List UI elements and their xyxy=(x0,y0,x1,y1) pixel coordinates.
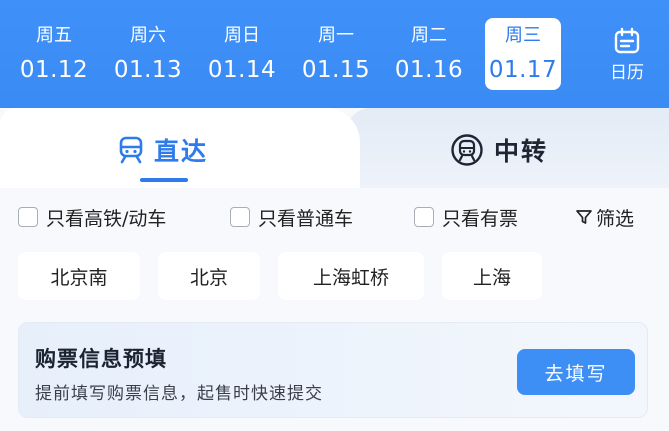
available-tickets-checkbox[interactable] xyxy=(414,207,434,227)
prefill-subtitle: 提前填写购票信息，起售时快速提交 xyxy=(35,384,323,404)
date-value: 01.16 xyxy=(394,57,464,83)
date-item-0115[interactable]: 周一 01.15 xyxy=(298,18,374,90)
date-weekday: 周日 xyxy=(224,25,260,46)
filter-label: 只看普通车 xyxy=(258,207,354,230)
funnel-icon xyxy=(576,210,592,224)
date-item-0117-selected[interactable]: 周三 01.17 xyxy=(485,18,561,90)
filter-button-label: 筛选 xyxy=(596,207,635,230)
station-chip-shanghai[interactable]: 上海 xyxy=(442,252,542,300)
date-weekday: 周五 xyxy=(36,25,72,46)
tab-direct[interactable]: 直达 xyxy=(118,130,208,170)
active-tab-indicator xyxy=(140,178,188,182)
station-chip-beijing-south[interactable]: 北京南 xyxy=(18,252,140,300)
date-weekday: 周二 xyxy=(411,25,447,46)
transfer-train-icon xyxy=(451,134,483,166)
ticket-prefill-banner: 购票信息预填 提前填写购票信息，起售时快速提交 去填写 xyxy=(18,322,648,418)
filter-high-speed-only[interactable]: 只看高铁/动车 xyxy=(18,202,166,232)
date-value: 01.17 xyxy=(488,57,558,83)
search-options-card: 直达 中转 只看高铁/动车 只看普通车 只看有票 筛选 北京南 北京 上海虹桥 … xyxy=(0,108,669,431)
tab-transfer[interactable]: 中转 xyxy=(450,130,548,170)
date-item-0114[interactable]: 周日 01.14 xyxy=(204,18,280,90)
date-value: 01.12 xyxy=(19,57,89,83)
route-type-tabs: 直达 中转 xyxy=(0,108,669,188)
station-chip-beijing[interactable]: 北京 xyxy=(158,252,260,300)
date-value: 01.15 xyxy=(301,57,371,83)
date-value: 01.14 xyxy=(207,57,277,83)
regular-train-checkbox[interactable] xyxy=(230,207,250,227)
date-weekday: 周三 xyxy=(505,25,541,46)
high-speed-checkbox[interactable] xyxy=(18,207,38,227)
date-item-0112[interactable]: 周五 01.12 xyxy=(16,18,92,90)
date-item-0113[interactable]: 周六 01.13 xyxy=(110,18,186,90)
filter-regular-only[interactable]: 只看普通车 xyxy=(230,202,353,232)
date-weekday: 周六 xyxy=(130,25,166,46)
date-item-0116[interactable]: 周二 01.16 xyxy=(391,18,467,90)
calendar-button[interactable]: 日历 xyxy=(596,18,658,90)
tab-transfer-label: 中转 xyxy=(494,137,549,166)
date-selector-bar: 周五 01.12 周六 01.13 周日 01.14 周一 01.15 周二 0… xyxy=(0,0,669,120)
station-chip-row: 北京南 北京 上海虹桥 上海 xyxy=(0,252,669,300)
date-weekday: 周一 xyxy=(318,25,354,46)
prefill-fill-button[interactable]: 去填写 xyxy=(517,349,635,395)
tab-direct-label: 直达 xyxy=(154,137,209,166)
filter-label: 只看高铁/动车 xyxy=(46,207,167,230)
train-icon xyxy=(119,136,143,164)
date-value: 01.13 xyxy=(113,57,183,83)
calendar-label: 日历 xyxy=(610,63,644,83)
filter-label: 只看有票 xyxy=(442,207,519,230)
calendar-icon xyxy=(614,27,640,54)
filter-available-only[interactable]: 只看有票 xyxy=(414,202,518,232)
prefill-title: 购票信息预填 xyxy=(35,347,167,371)
station-chip-shanghai-hongqiao[interactable]: 上海虹桥 xyxy=(278,252,424,300)
filter-button[interactable]: 筛选 xyxy=(575,202,634,232)
filter-row: 只看高铁/动车 只看普通车 只看有票 筛选 xyxy=(0,202,669,232)
